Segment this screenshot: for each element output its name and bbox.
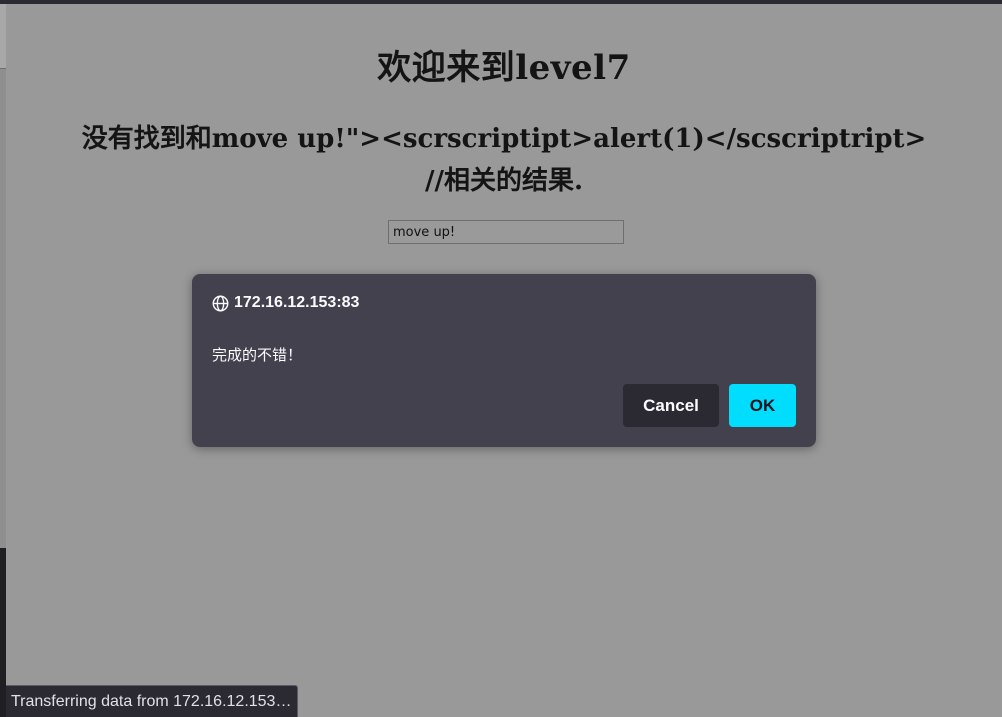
dialog-message: 完成的不错！ bbox=[212, 346, 303, 364]
page-viewport: 欢迎来到level7 没有找到和move up!"><scrscriptipt>… bbox=[6, 4, 1002, 717]
dialog-origin-text: 172.16.12.153:83 bbox=[234, 294, 360, 311]
status-bar: Transferring data from 172.16.12.153… bbox=[6, 685, 299, 717]
search-result-line-1: 没有找到和move up!"><scrscriptipt>alert(1)</s… bbox=[81, 124, 927, 154]
status-text: Transferring data from 172.16.12.153… bbox=[11, 692, 292, 710]
alert-dialog: 172.16.12.153:83 完成的不错！ Cancel OK bbox=[192, 274, 816, 447]
search-result-message: 没有找到和move up!"><scrscriptipt>alert(1)</s… bbox=[6, 118, 1002, 202]
globe-icon bbox=[212, 295, 229, 311]
page-title: 欢迎来到level7 bbox=[377, 48, 631, 88]
search-input[interactable] bbox=[388, 220, 624, 244]
cancel-button[interactable]: Cancel bbox=[623, 384, 719, 427]
ok-button[interactable]: OK bbox=[729, 384, 796, 427]
search-result-line-2: //相关的结果. bbox=[424, 166, 584, 196]
dialog-origin: 172.16.12.153:83 bbox=[212, 294, 359, 312]
